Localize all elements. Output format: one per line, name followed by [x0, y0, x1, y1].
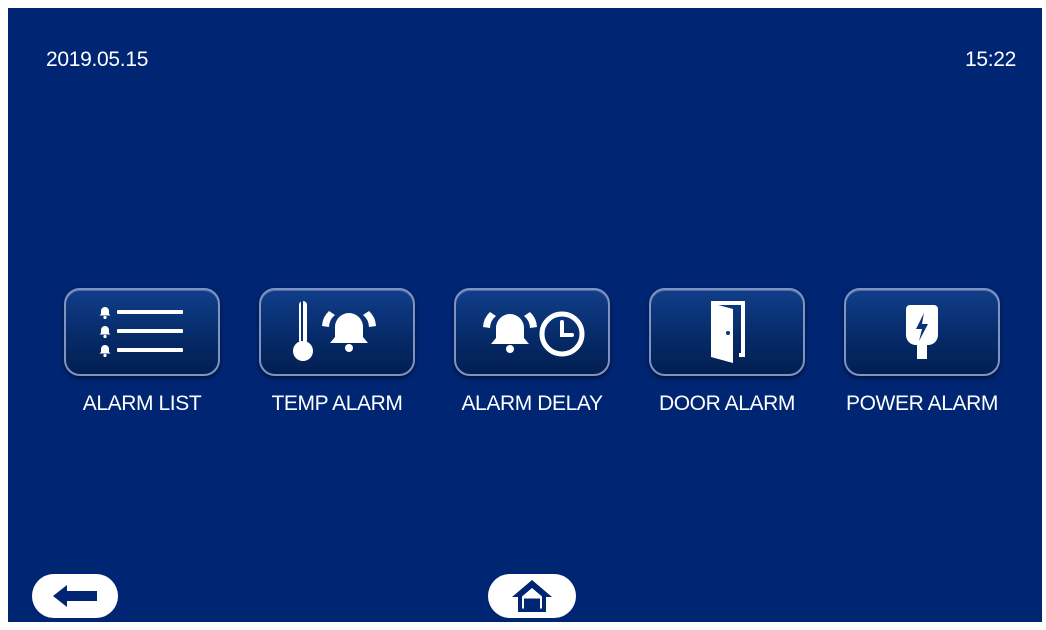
home-button[interactable]	[488, 574, 576, 618]
alarm-delay-label: ALARM DELAY	[461, 392, 603, 415]
temp-alarm-label: TEMP ALARM	[271, 392, 403, 415]
back-arrow-icon	[53, 585, 97, 607]
alarm-delay-button[interactable]	[454, 288, 610, 376]
alarm-list-label: ALARM LIST	[82, 392, 202, 415]
power-alarm-label: POWER ALARM	[846, 392, 998, 415]
alarm-menu-screen: 2019.05.15 15:22 ALARM LIST TEMP ALARM A…	[8, 8, 1042, 622]
back-button[interactable]	[32, 574, 118, 618]
alarm-clock-icon	[483, 311, 585, 357]
thermometer-alarm-icon	[293, 301, 376, 361]
temp-alarm-button[interactable]	[259, 288, 415, 376]
list-icon	[99, 307, 183, 358]
power-alarm-button[interactable]	[844, 288, 1000, 376]
home-icon	[512, 580, 552, 612]
door-alarm-button[interactable]	[649, 288, 805, 376]
date-display: 2019.05.15	[46, 48, 149, 71]
power-plug-icon	[906, 305, 938, 359]
time-display: 15:22	[964, 48, 1016, 71]
door-alarm-label: DOOR ALARM	[658, 392, 796, 415]
door-icon	[711, 301, 745, 363]
alarm-list-button[interactable]	[64, 288, 220, 376]
